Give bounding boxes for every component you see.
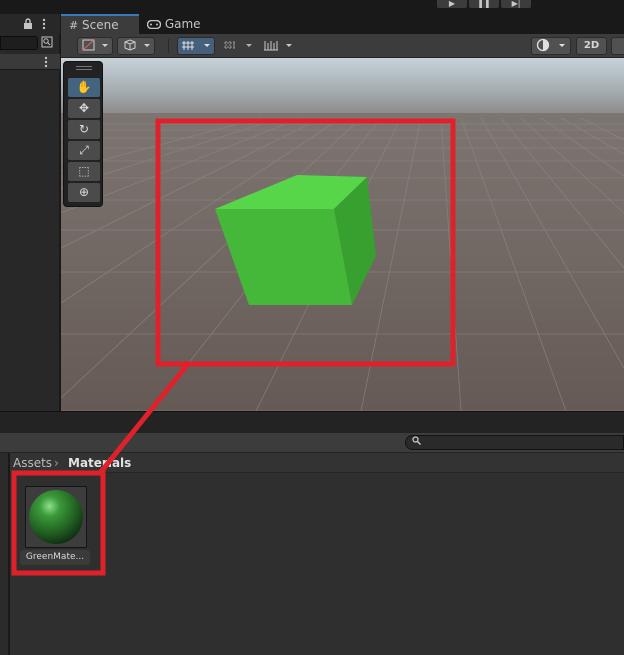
hierarchy-panel — [0, 14, 60, 411]
rotate-tool-icon[interactable]: ↻ — [68, 120, 100, 139]
transform-toolbox: ✋ ✥ ↻ ⤢ ⬚ ⊕ — [63, 61, 103, 207]
lock-icon[interactable] — [23, 18, 33, 29]
lighting-toggle-button[interactable] — [611, 37, 624, 55]
asset-label[interactable]: GreenMate... — [20, 550, 90, 565]
hand-tool-icon[interactable]: ✋ — [68, 78, 100, 97]
shading-mode-icon — [82, 39, 108, 51]
kebab-menu-icon[interactable] — [44, 56, 48, 68]
step-button[interactable]: ▶| — [501, 0, 531, 8]
tab-scene-label: Scene — [82, 18, 119, 32]
gamepad-icon — [146, 19, 162, 30]
scene-toolbar: 2D — [61, 34, 624, 58]
project-search-input[interactable] — [405, 435, 624, 450]
hierarchy-scene-row[interactable] — [0, 54, 60, 70]
cube-view-icon — [124, 39, 150, 51]
draw-mode-dropdown[interactable] — [77, 37, 113, 55]
transform-tool-icon[interactable]: ⊕ — [68, 183, 100, 202]
pause-button[interactable]: ❚❚ — [469, 0, 499, 8]
toolbar-separator — [168, 39, 169, 53]
breadcrumb: Assets › Materials — [10, 453, 624, 473]
breadcrumb-materials[interactable]: Materials — [68, 456, 131, 470]
increment-snap-dropdown[interactable] — [259, 37, 297, 55]
move-tool-icon[interactable]: ✥ — [68, 99, 100, 118]
scale-tool-icon[interactable]: ⤢ — [68, 141, 100, 160]
project-tab-bar — [0, 411, 624, 433]
scene-render — [61, 58, 624, 411]
snap-grid-icon — [224, 41, 252, 50]
search-icon — [412, 436, 421, 445]
asset-grid: GreenMate... — [10, 473, 624, 655]
kebab-menu-icon[interactable] — [42, 18, 46, 30]
tab-scene[interactable]: # Scene — [61, 14, 139, 34]
top-strip: ▶ ❚❚ ▶| — [0, 0, 624, 14]
material-sphere-icon — [29, 490, 83, 544]
tab-game[interactable]: Game — [139, 14, 209, 34]
tab-game-label: Game — [164, 17, 201, 31]
grid-snap-dropdown[interactable] — [219, 37, 257, 55]
lighting-dropdown[interactable] — [531, 37, 571, 55]
scene-view-options-dropdown[interactable] — [117, 37, 155, 55]
toolbox-drag-handle[interactable] — [76, 66, 92, 70]
hierarchy-search-input[interactable] — [0, 36, 38, 50]
play-button[interactable]: ▶ — [437, 0, 467, 8]
chevron-right-icon: › — [54, 456, 59, 470]
scene-viewport[interactable]: ✋ ✥ ↻ ⤢ ⬚ ⊕ — [61, 58, 624, 411]
rect-tool-icon[interactable]: ⬚ — [68, 162, 100, 181]
hierarchy-header — [0, 14, 60, 34]
search-popup-icon[interactable] — [40, 36, 54, 50]
grid-snap-toggle[interactable] — [177, 37, 215, 55]
green-material-asset[interactable] — [25, 486, 87, 548]
sphere-render-icon — [536, 38, 565, 52]
breadcrumb-assets[interactable]: Assets — [13, 456, 52, 470]
toggle-2d-button[interactable]: 2D — [576, 37, 607, 55]
hash-icon: # — [69, 19, 79, 32]
ruler-icon — [264, 41, 292, 51]
project-folder-tree[interactable] — [0, 453, 9, 655]
view-tab-bar: # Scene Game — [61, 14, 624, 34]
project-toolbar — [0, 433, 624, 453]
grid-icon — [182, 41, 210, 50]
